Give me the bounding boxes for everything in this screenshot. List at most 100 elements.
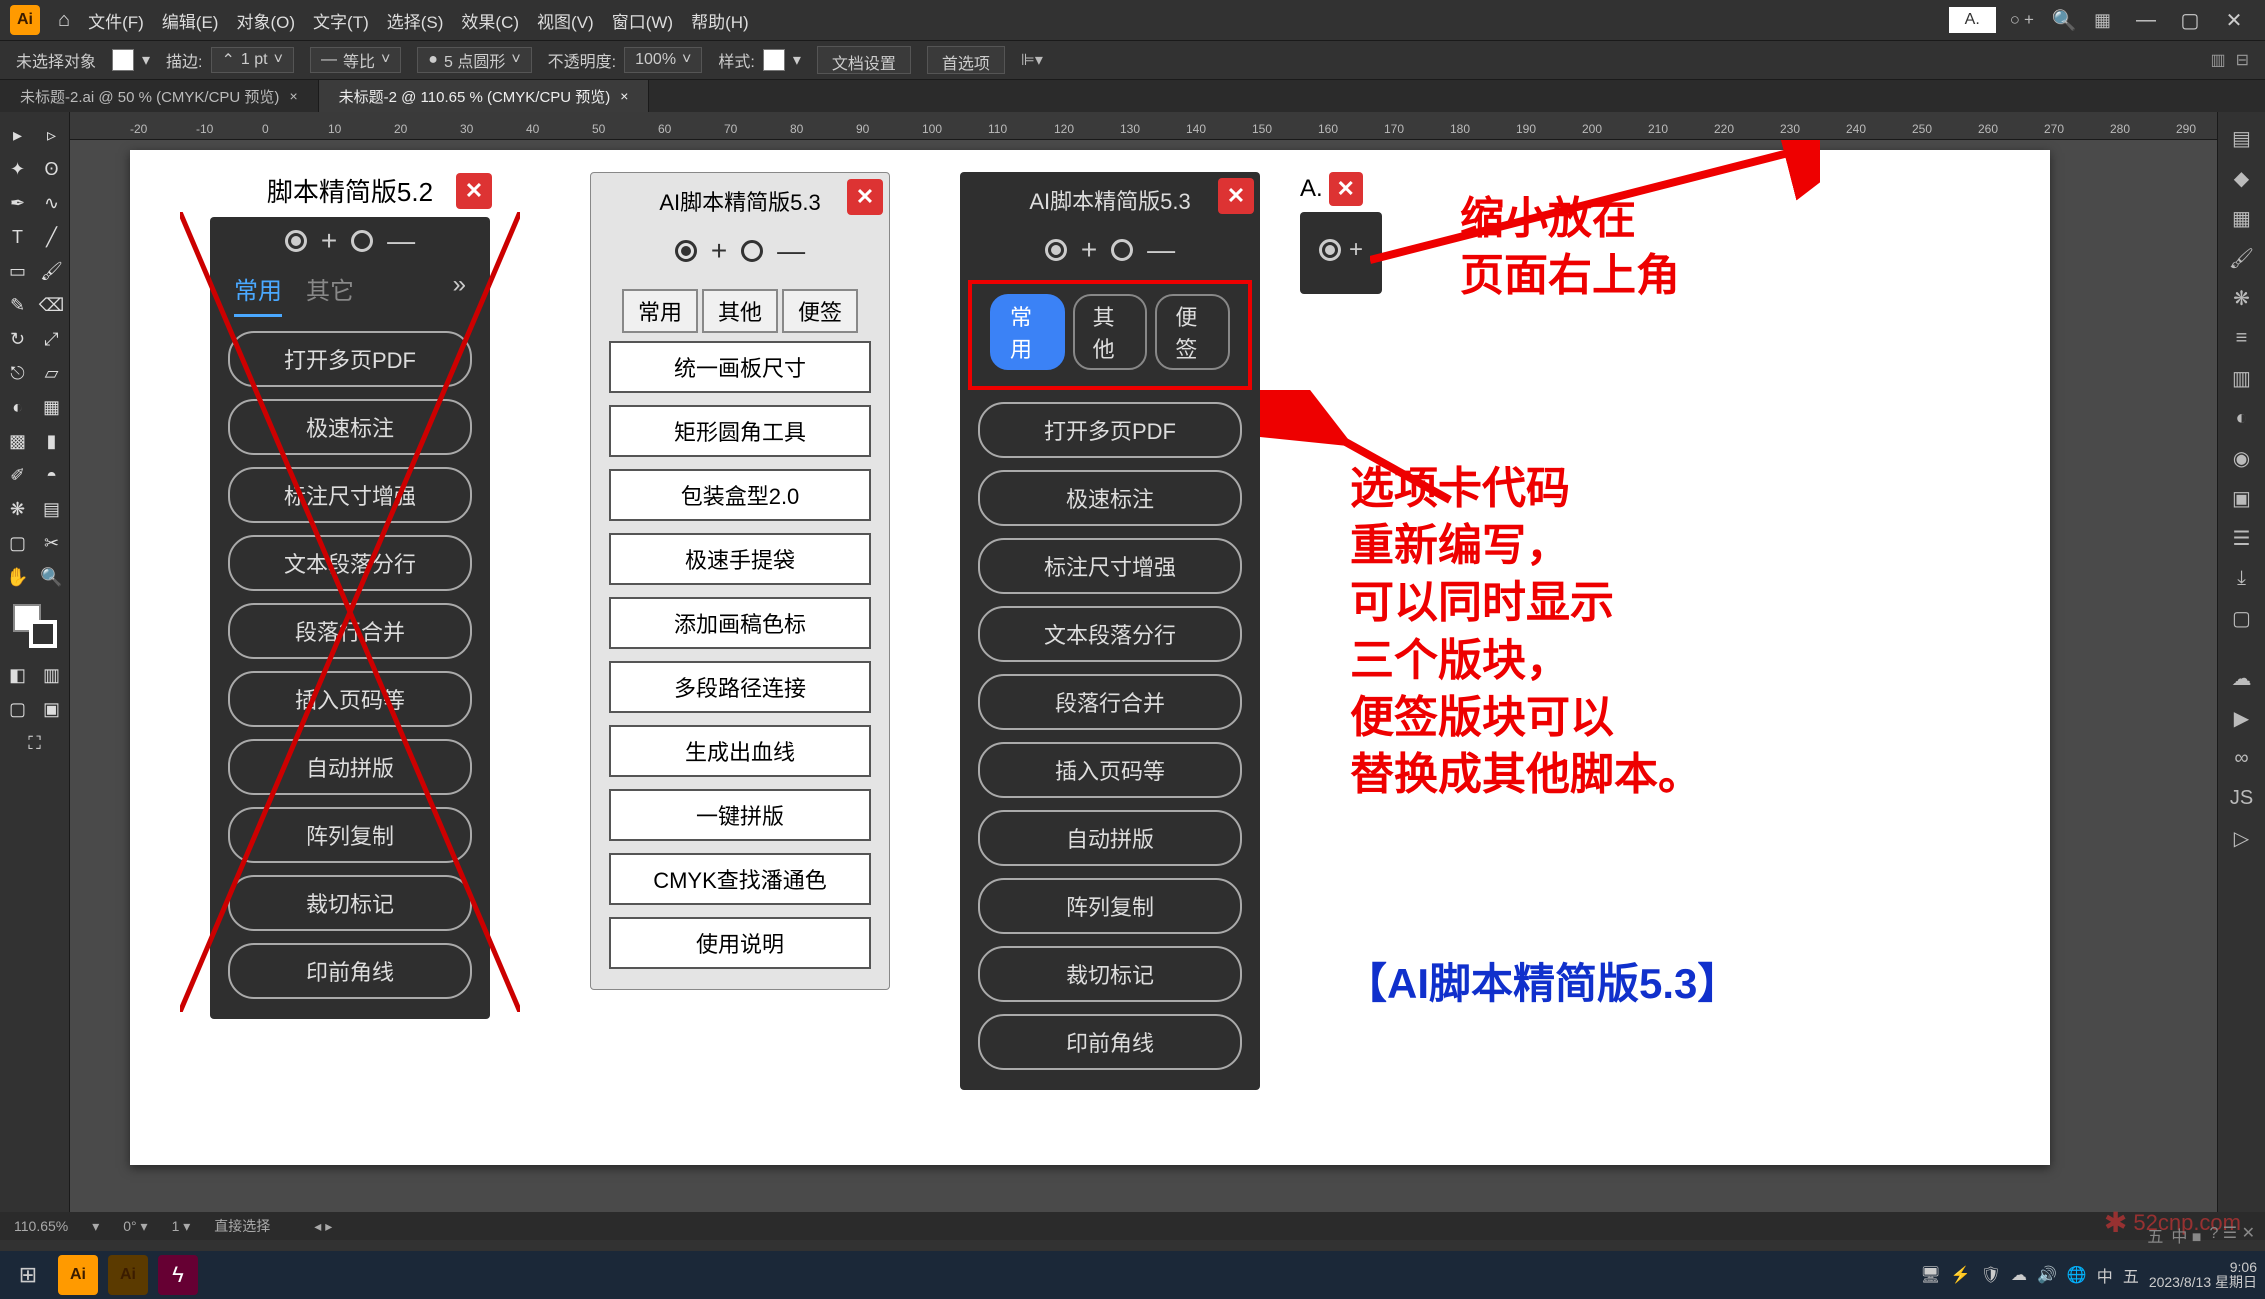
dock-swatches-icon[interactable]: ▦ — [2224, 200, 2260, 236]
script-button[interactable]: CMYK查找潘通色 — [609, 853, 871, 905]
canvas[interactable]: -20-100102030405060708090100110120130140… — [70, 112, 2217, 1212]
radio-on-icon[interactable] — [1045, 239, 1067, 261]
width-tool[interactable]: ⎋ — [2, 357, 34, 389]
script-button[interactable]: 极速标注 — [228, 399, 472, 455]
script-button[interactable]: 文本段落分行 — [228, 535, 472, 591]
zoom-tool[interactable]: 🔍 — [36, 561, 68, 593]
dock-gradient-icon[interactable]: ▥ — [2224, 360, 2260, 396]
script-button[interactable]: 插入页码等 — [228, 671, 472, 727]
close-icon[interactable]: × — [289, 88, 297, 104]
slice-tool[interactable]: ✂ — [36, 527, 68, 559]
tray-icon[interactable]: ☁ — [2011, 1265, 2027, 1285]
menu-file[interactable]: 文件(F) — [88, 8, 144, 33]
graph-tool[interactable]: ▤ — [36, 493, 68, 525]
chevron-right-icon[interactable]: » — [453, 271, 466, 317]
doc-tab-1[interactable]: 未标题-2.ai @ 50 % (CMYK/CPU 预览)× — [0, 80, 319, 112]
radio-off-icon[interactable] — [1111, 239, 1133, 261]
dock-stroke-icon[interactable]: ≡ — [2224, 320, 2260, 356]
script-button[interactable]: 插入页码等 — [978, 742, 1242, 798]
script-button[interactable]: 使用说明 — [609, 917, 871, 969]
menu-effect[interactable]: 效果(C) — [461, 8, 519, 33]
tab-other[interactable]: 其它 — [306, 271, 354, 317]
style-swatch[interactable] — [763, 49, 785, 71]
dock-libraries-icon[interactable]: ☁ — [2224, 660, 2260, 696]
type-tool[interactable]: T — [2, 221, 34, 253]
tab-common[interactable]: 常用 — [622, 289, 698, 333]
menu-view[interactable]: 视图(V) — [537, 8, 594, 33]
free-transform-tool[interactable]: ▱ — [36, 357, 68, 389]
zoom-level[interactable]: 110.65% — [14, 1218, 68, 1234]
fill-swatch[interactable] — [112, 49, 134, 71]
doc-setup-button[interactable]: 文档设置 — [817, 46, 911, 74]
tab-notes[interactable]: 便签 — [1155, 294, 1230, 370]
gradient-tool[interactable]: ▮ — [36, 425, 68, 457]
script-button[interactable]: 标注尺寸增强 — [228, 467, 472, 523]
script-button[interactable]: 打开多页PDF — [228, 331, 472, 387]
clock[interactable]: 9:06 2023/8/13 星期日 — [2149, 1260, 2257, 1291]
window-minimize[interactable]: — — [2125, 4, 2167, 36]
arrange-docs-icon[interactable]: ▦ — [2094, 10, 2111, 31]
start-button[interactable]: ⊞ — [8, 1255, 48, 1295]
radio-off-icon[interactable] — [351, 230, 373, 252]
screen-mode-icon[interactable]: ⛶ — [19, 727, 51, 759]
close-button[interactable]: ✕ — [1329, 172, 1363, 206]
radio-off-icon[interactable] — [741, 240, 763, 262]
scale-tool[interactable]: ⤢ — [36, 323, 68, 355]
selection-tool[interactable]: ▸ — [2, 119, 34, 151]
menu-edit[interactable]: 编辑(E) — [162, 8, 219, 33]
tray-icon[interactable]: ⚡ — [1951, 1265, 1971, 1285]
tray-network-icon[interactable]: 🌐 — [2067, 1265, 2087, 1285]
stroke-weight[interactable]: ⌃1 pt˅ — [211, 47, 294, 73]
window-close[interactable]: ✕ — [2213, 4, 2255, 36]
prefs-button[interactable]: 首选项 — [927, 46, 1005, 74]
color-mode-icon[interactable]: ◧ — [2, 659, 34, 691]
dock-links-icon[interactable]: ∞ — [2224, 740, 2260, 776]
menu-window[interactable]: 窗口(W) — [612, 8, 673, 33]
window-restore[interactable]: ▢ — [2169, 4, 2211, 36]
close-button[interactable]: ✕ — [456, 173, 492, 209]
dock-actions-icon[interactable]: ▶ — [2224, 700, 2260, 736]
dock-play-icon[interactable]: ▷ — [2224, 820, 2260, 856]
shaper-tool[interactable]: ✎ — [2, 289, 34, 321]
tray-ime[interactable]: 五 — [2123, 1263, 2139, 1287]
radio-on-icon[interactable] — [285, 230, 307, 252]
blend-tool[interactable]: ◓ — [36, 459, 68, 491]
script-button[interactable]: 自动拼版 — [978, 810, 1242, 866]
draw-normal-icon[interactable]: ▢ — [2, 693, 34, 725]
tab-other[interactable]: 其他 — [1073, 294, 1148, 370]
magic-wand-tool[interactable]: ✦ — [2, 153, 34, 185]
dock-layers-icon[interactable]: ☰ — [2224, 520, 2260, 556]
rotate-tool[interactable]: ↻ — [2, 323, 34, 355]
script-button[interactable]: 文本段落分行 — [978, 606, 1242, 662]
script-button[interactable]: 自动拼版 — [228, 739, 472, 795]
draw-behind-icon[interactable]: ▣ — [36, 693, 68, 725]
tab-common[interactable]: 常用 — [990, 294, 1065, 370]
script-button[interactable]: 极速手提袋 — [609, 533, 871, 585]
script-button[interactable]: 多段路径连接 — [609, 661, 871, 713]
brush-tool[interactable]: 🖌 — [36, 255, 68, 287]
panel-dropdown-icon[interactable]: ⊟ — [2236, 50, 2249, 70]
script-button[interactable]: 阵列复制 — [228, 807, 472, 863]
opacity-val[interactable]: 100%˅ — [624, 47, 702, 73]
menu-object[interactable]: 对象(O) — [236, 8, 295, 33]
dock-color-icon[interactable]: ◆ — [2224, 160, 2260, 196]
script-button[interactable]: 段落行合并 — [228, 603, 472, 659]
taskbar-app-icon[interactable]: ϟ — [158, 1255, 198, 1295]
align-icon[interactable]: ⊫▾ — [1021, 50, 1043, 70]
script-button[interactable]: 矩形圆角工具 — [609, 405, 871, 457]
script-button[interactable]: 印前角线 — [228, 943, 472, 999]
tray-icon[interactable]: 🖥 — [1920, 1265, 1940, 1285]
menu-select[interactable]: 选择(S) — [387, 8, 444, 33]
curve-tool[interactable]: ∿ — [36, 187, 68, 219]
symbol-sprayer-tool[interactable]: ❋ — [2, 493, 34, 525]
tab-other[interactable]: 其他 — [702, 289, 778, 333]
dock-artboards-icon[interactable]: ▢ — [2224, 600, 2260, 636]
script-button[interactable]: 裁切标记 — [228, 875, 472, 931]
line-tool[interactable]: ╱ — [36, 221, 68, 253]
dock-appearance-icon[interactable]: ◉ — [2224, 440, 2260, 476]
close-button[interactable]: ✕ — [847, 179, 883, 215]
gradient-mode-icon[interactable]: ▥ — [36, 659, 68, 691]
script-button[interactable]: 裁切标记 — [978, 946, 1242, 1002]
taskbar-ai-1[interactable]: Ai — [58, 1255, 98, 1295]
dock-brushes-icon[interactable]: 🖌 — [2224, 240, 2260, 276]
